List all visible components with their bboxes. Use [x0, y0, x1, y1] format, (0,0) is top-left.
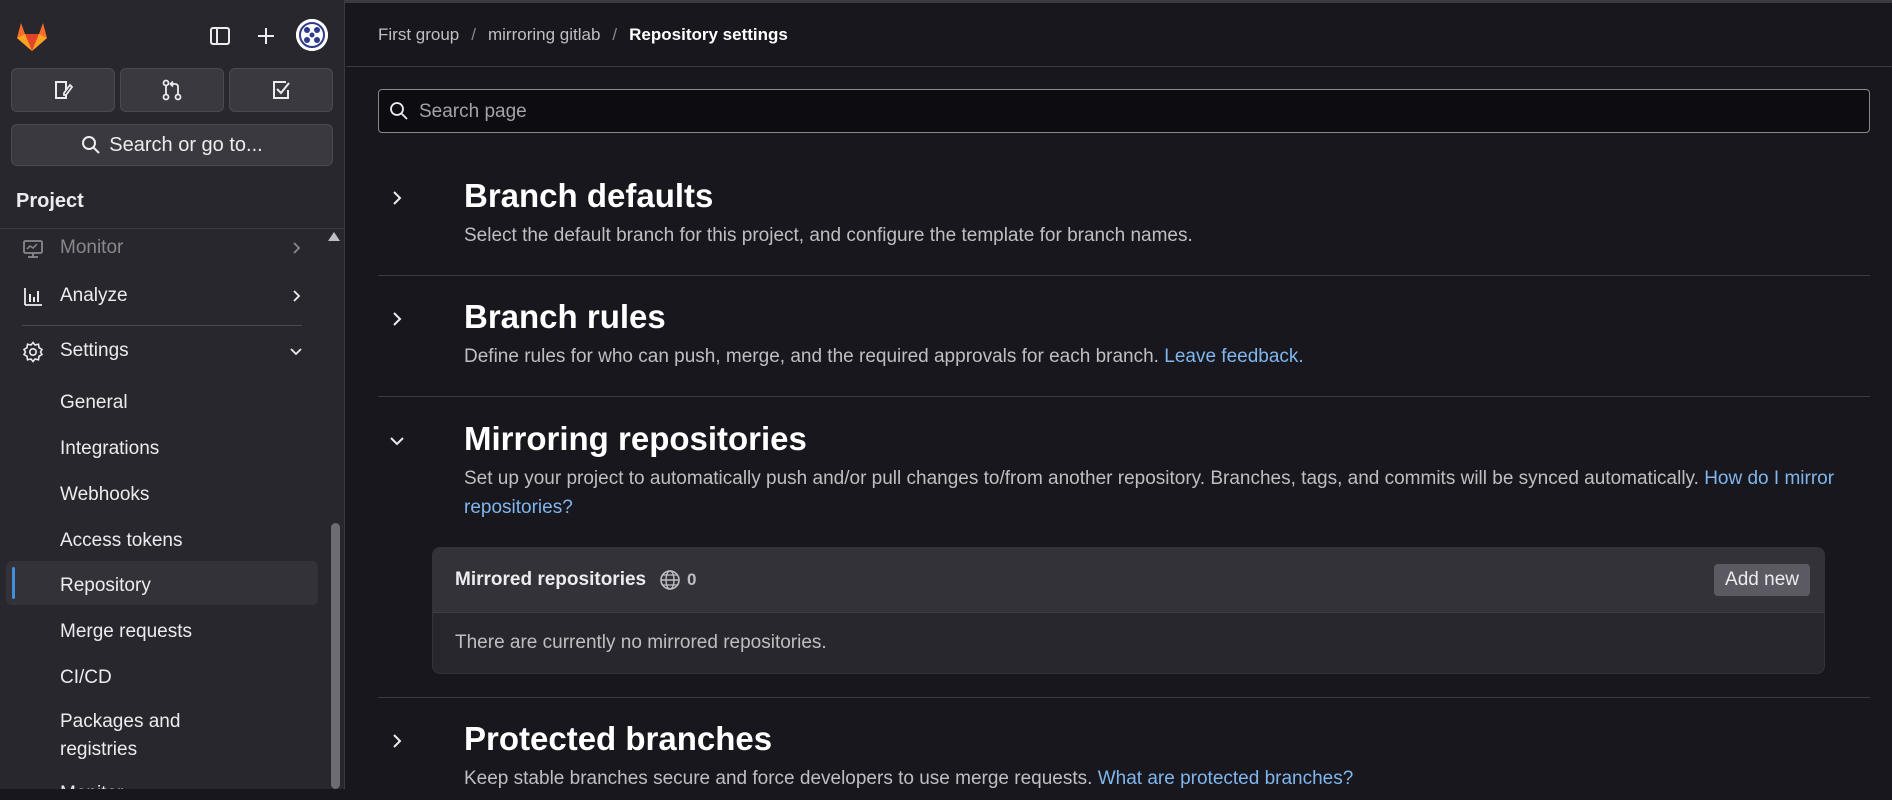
section-description-text: Select the default branch for this proje… [464, 225, 1193, 246]
merge-request-icon [162, 79, 182, 101]
breadcrumb-item-project[interactable]: mirroring gitlab [488, 25, 600, 45]
section-description: Define rules for who can push, merge, an… [464, 342, 1864, 371]
chevron-down-icon[interactable] [386, 430, 408, 452]
card-header: Mirrored repositories 0 Add new [433, 548, 1824, 613]
sidebar-item-general[interactable]: General [6, 378, 318, 422]
sidebar-item-analyze[interactable]: Analyze [6, 275, 318, 317]
chevron-right-icon [293, 242, 301, 254]
scroll-up-arrow-icon[interactable] [328, 232, 340, 241]
section-title[interactable]: Protected branches [464, 720, 772, 758]
chevron-right-icon[interactable] [386, 308, 408, 330]
sidebar-item-merge-requests[interactable]: Merge requests [6, 607, 318, 651]
assigned-issues-button[interactable] [11, 68, 115, 112]
section-mirroring-repositories: Mirroring repositories Set up your proje… [378, 420, 1870, 530]
section-description-text: Define rules for who can push, merge, an… [464, 346, 1159, 367]
section-divider [378, 396, 1870, 397]
breadcrumb-separator: / [612, 25, 618, 44]
section-title[interactable]: Branch defaults [464, 177, 713, 215]
sidebar: Search or go to... Project Monitor Analy… [0, 0, 345, 789]
section-title[interactable]: Mirroring repositories [464, 420, 807, 458]
sidebar-item-label: Packages and registries [60, 711, 181, 760]
section-description: Select the default branch for this proje… [464, 221, 1864, 250]
sidebar-item-label: Merge requests [60, 621, 193, 642]
add-new-mirror-button[interactable]: Add new [1714, 564, 1810, 596]
section-description-text: Set up your project to automatically pus… [464, 468, 1699, 489]
gitlab-logo-icon[interactable] [14, 18, 50, 54]
sidebar-item-label: Analyze [60, 285, 128, 306]
gear-icon [22, 341, 44, 363]
create-new-button[interactable] [248, 18, 284, 54]
todo-list-button[interactable] [229, 68, 333, 112]
chevron-right-icon [293, 290, 301, 302]
protected-branches-help-link[interactable]: What are protected branches? [1098, 768, 1354, 789]
sidebar-header: Search or go to... [0, 0, 344, 178]
empty-state-text: There are currently no mirrored reposito… [455, 632, 827, 653]
breadcrumb-item-group[interactable]: First group [378, 25, 459, 45]
chevron-down-icon [290, 348, 302, 356]
section-branch-defaults: Branch defaults Select the default branc… [378, 177, 1870, 257]
search-page-field[interactable] [378, 89, 1870, 134]
chevron-right-icon[interactable] [386, 187, 408, 209]
sidebar-item-integrations[interactable]: Integrations [6, 424, 318, 468]
chart-bars-icon [24, 288, 42, 306]
mirrored-repositories-card: Mirrored repositories 0 Add new There ar… [432, 547, 1825, 674]
breadcrumb: First group / mirroring gitlab / Reposit… [378, 25, 788, 45]
section-branch-rules: Branch rules Define rules for who can pu… [378, 298, 1870, 378]
section-divider [378, 697, 1870, 698]
search-or-go-to-label: Search or go to... [109, 133, 263, 156]
section-description-text: Keep stable branches secure and force de… [464, 768, 1093, 789]
sidebar-item-label: General [60, 392, 128, 413]
sidebar-item-settings[interactable]: Settings [6, 330, 318, 372]
breadcrumb-current[interactable]: Repository settings [629, 25, 788, 45]
breadcrumb-separator: / [471, 25, 476, 44]
plus-icon [258, 28, 274, 44]
sidebar-item-monitor[interactable]: Monitor [6, 227, 318, 269]
user-avatar[interactable] [296, 19, 328, 51]
mirror-count-badge: 0 [687, 570, 697, 589]
todo-checkbox-icon [273, 81, 290, 99]
sidebar-item-label: Monitor [60, 237, 124, 258]
sidebar-item-label: Integrations [60, 438, 160, 459]
main-content: First group / mirroring gitlab / Reposit… [346, 0, 1892, 789]
sidebar-item-label: Access tokens [60, 530, 183, 551]
card-title: Mirrored repositories [455, 569, 647, 590]
search-or-go-to-button[interactable]: Search or go to... [11, 124, 333, 166]
chevron-right-icon[interactable] [386, 730, 408, 752]
monitor-icon [23, 240, 43, 258]
avatar-identicon-icon [296, 19, 328, 51]
section-protected-branches: Protected branches Keep stable branches … [378, 720, 1870, 800]
sidebar-panel-icon [210, 27, 230, 45]
search-icon [82, 136, 100, 154]
section-title[interactable]: Branch rules [464, 298, 666, 336]
sidebar-item-webhooks[interactable]: Webhooks [6, 470, 318, 514]
sidebar-item-label: Webhooks [60, 484, 150, 505]
sidebar-item-label: Repository [60, 575, 151, 596]
sidebar-item-label: CI/CD [60, 667, 112, 688]
header-divider [346, 66, 1892, 67]
leave-feedback-link[interactable]: Leave feedback. [1164, 346, 1303, 367]
search-page-input[interactable] [417, 90, 1861, 134]
sidebar-item-ci-cd[interactable]: CI/CD [6, 653, 318, 697]
sidebar-scrollbar-thumb[interactable] [331, 523, 340, 789]
sidebar-item-access-tokens[interactable]: Access tokens [6, 516, 318, 560]
section-description: Set up your project to automatically pus… [464, 464, 1864, 522]
sidebar-item-monitor-settings[interactable]: Monitor [6, 769, 318, 789]
sidebar-item-label: Monitor [60, 780, 123, 789]
toggle-sidebar-button[interactable] [202, 18, 238, 54]
sidebar-item-label: Settings [60, 340, 129, 361]
search-icon [390, 102, 408, 120]
issues-icon [55, 81, 74, 99]
sidebar-section-title: Project [16, 190, 84, 212]
sidebar-item-repository[interactable]: Repository [6, 561, 318, 605]
merge-requests-button[interactable] [120, 68, 224, 112]
section-divider [378, 275, 1870, 276]
sidebar-divider [22, 325, 302, 326]
globe-icon [660, 570, 680, 590]
sidebar-item-packages-and-registries[interactable]: Packages and registries [6, 697, 318, 760]
